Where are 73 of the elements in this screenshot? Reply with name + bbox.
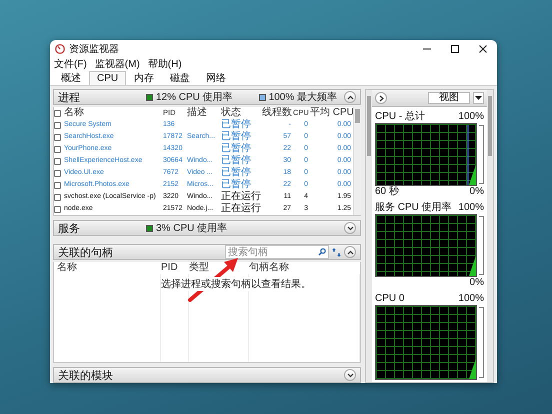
chevron-up-icon[interactable] <box>346 94 354 100</box>
gauge-icon <box>55 44 65 54</box>
column-header[interactable]: 名称 <box>64 107 163 119</box>
column-header[interactable]: 状态 <box>221 107 262 119</box>
scrollbar[interactable] <box>366 90 372 382</box>
scrollbar[interactable] <box>487 90 493 382</box>
checkbox[interactable] <box>54 110 61 116</box>
axis-max-label: 100% <box>458 111 484 123</box>
search-icon[interactable] <box>318 248 326 256</box>
status-cell: 正在运行 <box>221 203 262 215</box>
status-cell-text: 正在运行 <box>221 191 262 202</box>
view-button[interactable]: 视图 <box>428 92 470 104</box>
graph-title: CPU 0 <box>375 293 404 305</box>
tab[interactable]: 磁盘 <box>162 71 198 85</box>
collapse-button[interactable] <box>344 246 356 258</box>
axis-min-label: 0% <box>470 277 484 289</box>
dropdown-button[interactable] <box>473 92 484 104</box>
column-header[interactable]: 句柄名称 <box>249 262 360 274</box>
axis-min-label: 0% <box>470 186 484 198</box>
section-title: 关联的模块 <box>58 368 114 382</box>
status-cell-text: 已暂停 <box>221 143 252 154</box>
status-cell-text: 已暂停 <box>221 131 252 142</box>
refresh-icon[interactable] <box>332 248 341 256</box>
status-cell-text: 已暂停 <box>221 119 252 130</box>
graph-title: CPU - 总计 <box>375 111 425 123</box>
column-header[interactable]: 名称 <box>57 262 161 274</box>
menu-item[interactable]: 文件(F) <box>54 56 87 70</box>
section-title: 进程 <box>58 90 81 104</box>
menu-item[interactable]: 监视器(M) <box>94 56 140 70</box>
checkbox[interactable] <box>54 158 61 164</box>
section-title: 关联的句柄 <box>58 246 114 260</box>
window-title: 资源监视器 <box>69 42 119 56</box>
search-field[interactable]: 搜索句柄 <box>225 245 329 259</box>
tab[interactable]: CPU <box>89 71 126 85</box>
tab[interactable]: 网络 <box>198 71 234 85</box>
column-header[interactable]: PID <box>161 262 189 274</box>
checkbox[interactable] <box>54 146 61 152</box>
maximize-icon[interactable] <box>450 44 460 54</box>
section-title: 服务 <box>58 222 81 236</box>
caret-down-icon[interactable] <box>475 96 482 100</box>
close-icon[interactable] <box>478 44 488 54</box>
checkbox[interactable] <box>54 194 61 200</box>
checkbox[interactable] <box>54 134 61 140</box>
checkbox[interactable] <box>54 182 61 188</box>
chevron-down-icon[interactable] <box>346 372 354 378</box>
expand-button[interactable] <box>344 369 356 381</box>
axis-max-label: 100% <box>458 293 484 305</box>
chevron-up-icon[interactable] <box>346 250 354 254</box>
graph-title: 服务 CPU 使用率 <box>375 202 452 214</box>
axis-max-label: 100% <box>458 202 484 214</box>
collapse-button[interactable] <box>344 91 356 103</box>
status-cell-text: 已暂停 <box>221 179 252 190</box>
chevron-down-icon[interactable] <box>346 226 354 230</box>
time-span-label: 60 秒 <box>375 186 399 198</box>
expand-pane-button[interactable] <box>375 92 387 104</box>
checkbox[interactable] <box>54 122 61 128</box>
stat-text: 100% 最大频率 <box>268 90 338 104</box>
checkbox[interactable] <box>54 206 61 212</box>
column-header[interactable]: 线程数 <box>262 107 293 119</box>
status-cell-text: 已暂停 <box>221 167 252 178</box>
column-header[interactable]: 描述 <box>187 107 221 119</box>
tab[interactable]: 内存 <box>126 71 162 85</box>
menu-item[interactable]: 帮助(H) <box>148 56 182 70</box>
stat-text: 3% CPU 使用率 <box>156 222 228 235</box>
column-header[interactable]: 平均 CPU <box>310 107 353 119</box>
chevron-right-icon[interactable] <box>378 94 384 102</box>
status-cell-text: 已暂停 <box>221 155 252 166</box>
tab[interactable]: 概述 <box>53 71 89 85</box>
column-header[interactable]: 类型 <box>189 262 249 274</box>
scrollbar[interactable] <box>353 107 361 215</box>
stat-text: 12% CPU 使用率 <box>156 90 233 104</box>
expand-button[interactable] <box>344 222 356 234</box>
checkbox[interactable] <box>54 170 61 176</box>
